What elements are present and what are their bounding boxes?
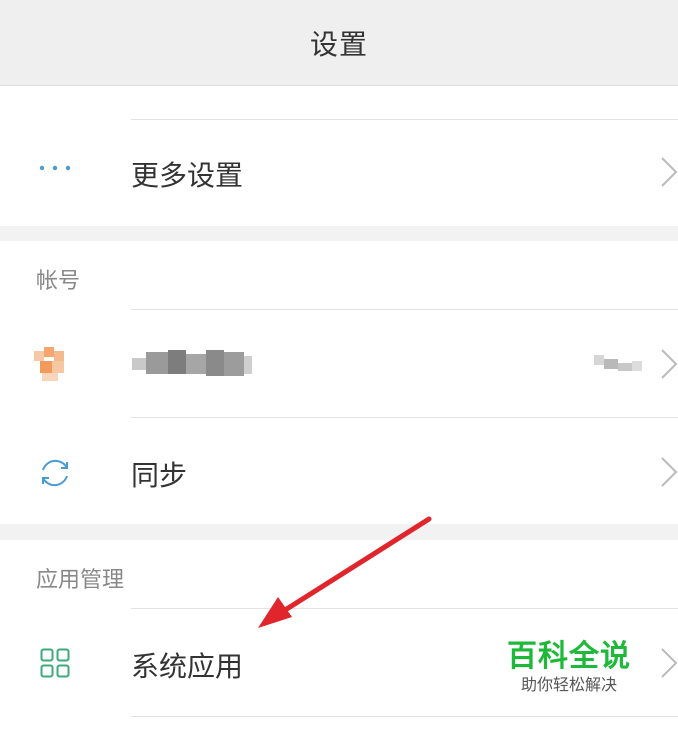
section-account: 帐号 同步 [0, 241, 678, 524]
chevron-right-icon [661, 157, 678, 187]
chevron-right-icon [661, 349, 678, 379]
section-general: 更多设置 [0, 86, 678, 226]
watermark-logo: 百科全说 助你轻松解决 [504, 640, 634, 696]
avatar [34, 347, 64, 381]
chevron-right-icon [661, 457, 678, 487]
sync-row[interactable]: 同步 [0, 418, 678, 524]
page-title: 设置 [309, 27, 368, 61]
account-header: 帐号 [36, 269, 81, 294]
account-profile-row[interactable] [0, 310, 678, 416]
sync-icon [42, 459, 68, 487]
watermark-subtitle: 助你轻松解决 [520, 675, 617, 694]
app-management-header: 应用管理 [36, 568, 125, 593]
section-app-management: 应用管理 系统应用 [0, 540, 678, 730]
more-settings-label: 更多设置 [131, 159, 244, 192]
grid-apps-icon [40, 648, 70, 678]
row-divider [131, 716, 678, 717]
chevron-right-icon [661, 648, 678, 678]
more-settings-row[interactable]: 更多设置 [0, 120, 678, 226]
watermark-title: 百科全说 [507, 639, 631, 674]
account-name-blurred [132, 350, 252, 376]
title-bar: 设置 [0, 0, 678, 86]
system-apps-label: 系统应用 [131, 650, 244, 683]
more-dots-icon [39, 165, 71, 171]
account-value-blurred [594, 355, 642, 371]
sync-label: 同步 [131, 459, 188, 492]
